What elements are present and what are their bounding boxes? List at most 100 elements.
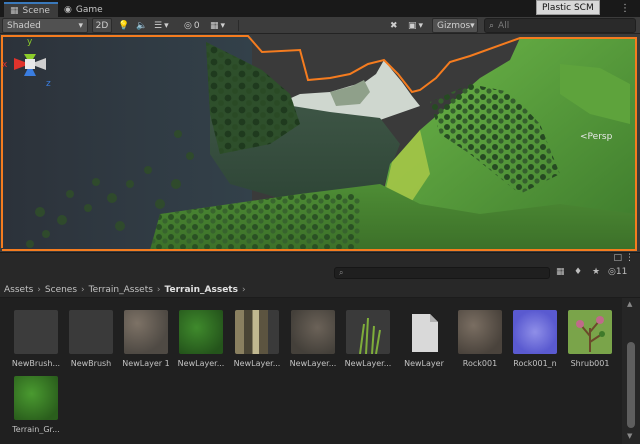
breadcrumb-item-scenes[interactable]: Scenes: [45, 285, 77, 295]
grid-snap-icon: ▦: [210, 20, 219, 31]
asset-thumbnail: [69, 310, 113, 354]
tab-scene-label: Scene: [22, 5, 50, 16]
kebab-menu-icon[interactable]: ⋮: [620, 3, 630, 14]
asset-item[interactable]: NewLayer 1: [118, 310, 174, 368]
shading-mode-label: Shaded: [7, 20, 41, 31]
asset-thumbnail: [14, 310, 58, 354]
asset-item[interactable]: Shrub001: [562, 310, 618, 368]
eye-slash-icon: ◎: [184, 20, 192, 31]
panel-divider: □ ⋮: [0, 252, 640, 264]
scene-search-placeholder: All: [498, 20, 510, 31]
asset-thumbnail: [568, 310, 612, 354]
projection-toggle[interactable]: <Persp: [580, 132, 612, 142]
hidden-count: 0: [193, 20, 200, 31]
asset-item[interactable]: NewLayer...: [285, 310, 341, 368]
shrub-icon: [576, 316, 605, 352]
asset-thumbnail: [458, 310, 502, 354]
tab-game[interactable]: ◉ Game: [58, 2, 110, 17]
lighting-toggle-icon[interactable]: 💡: [118, 18, 130, 33]
gizmos-label: Gizmos: [437, 20, 471, 31]
terrain-render: [0, 34, 640, 252]
eye-slash-icon: ◎: [608, 267, 616, 277]
breadcrumb-item-terrain-assets[interactable]: Terrain_Assets: [89, 285, 153, 295]
scene-search-input[interactable]: ⌕ All: [484, 18, 636, 33]
asset-grid-scrollbar[interactable]: ▲ ▼: [622, 298, 640, 444]
asset-label: Rock001_n: [513, 359, 557, 368]
reeds-icon: [359, 317, 381, 354]
asset-item[interactable]: Terrain_Gr...: [8, 376, 64, 434]
chevron-right-icon: ›: [81, 284, 85, 295]
shading-mode-dropdown[interactable]: Shaded ▾: [2, 18, 88, 33]
chevron-down-icon: ▾: [470, 20, 475, 31]
scroll-down-icon[interactable]: ▼: [627, 432, 632, 440]
asset-thumbnail: [402, 310, 446, 354]
breadcrumb: Assets › Scenes › Terrain_Assets › Terra…: [0, 282, 640, 298]
asset-thumbnail: [235, 310, 279, 354]
asset-label: Shrub001: [570, 359, 610, 368]
asset-item[interactable]: Rock001_n: [507, 310, 563, 368]
scroll-up-icon[interactable]: ▲: [627, 300, 632, 308]
asset-item[interactable]: NewLayer...: [340, 310, 396, 368]
hidden-packages-toggle[interactable]: ◎11: [608, 267, 627, 277]
chevron-down-icon: ▾: [78, 20, 83, 31]
asset-label: NewBrush: [70, 359, 112, 368]
asset-thumbnail: [179, 310, 223, 354]
scene-toolbar: Shaded ▾ 2D 💡 🔈 ☰ ▾ ◎ 0 ▦ ▾ ✖ ▣ ▾ Gizmos…: [0, 17, 640, 34]
search-icon: ⌕: [489, 20, 495, 31]
asset-label: NewLayer: [404, 359, 444, 368]
tab-scene[interactable]: ▦ Scene: [4, 2, 58, 17]
scene-visibility-toggle[interactable]: ◎ 0: [184, 18, 206, 33]
camera-dropdown[interactable]: ▣ ▾: [408, 18, 430, 33]
gizmos-dropdown[interactable]: Gizmos ▾: [432, 18, 478, 33]
chevron-down-icon: ▾: [418, 20, 424, 31]
projection-label: Persp: [587, 132, 613, 142]
window-tab-bar: ▦ Scene ◉ Game Plastic SCM ⋮: [0, 0, 640, 17]
chevron-down-icon: ▾: [220, 20, 226, 31]
axis-z-label: z: [46, 79, 51, 89]
scene-viewport[interactable]: y x z <Persp: [0, 34, 640, 252]
asset-label: NewLayer...: [289, 359, 337, 368]
audio-toggle-icon[interactable]: 🔈: [136, 18, 148, 33]
tab-game-label: Game: [75, 4, 103, 15]
breadcrumb-item-assets[interactable]: Assets: [4, 285, 33, 295]
orientation-gizmo[interactable]: y x z: [0, 34, 60, 94]
search-by-type-icon[interactable]: ▦: [556, 267, 565, 277]
asset-item[interactable]: NewLayer...: [173, 310, 229, 368]
chevron-right-icon: ›: [37, 284, 41, 295]
asset-item[interactable]: NewLayer...: [229, 310, 285, 368]
grid-dropdown[interactable]: ▦ ▾: [210, 18, 234, 33]
asset-label: NewLayer...: [177, 359, 225, 368]
projection-icon: <: [580, 132, 588, 142]
chevron-right-icon: ›: [241, 284, 246, 295]
asset-thumbnail: [291, 310, 335, 354]
asset-thumbnail: [14, 376, 58, 420]
effects-dropdown[interactable]: ☰ ▾: [154, 18, 178, 33]
search-by-label-icon[interactable]: ♦: [574, 267, 582, 277]
kebab-menu-icon[interactable]: ⋮: [625, 253, 634, 263]
asset-item[interactable]: Rock001: [452, 310, 508, 368]
project-search-input[interactable]: ⌕: [334, 267, 550, 279]
axis-y-label: y: [27, 37, 33, 47]
favorites-star-icon[interactable]: ★: [592, 267, 600, 277]
lock-icon[interactable]: □: [613, 253, 622, 263]
chevron-down-icon: ▾: [164, 20, 169, 31]
grid-icon: ▦: [10, 5, 19, 16]
scrollbar-thumb[interactable]: [627, 342, 635, 428]
asset-thumbnail: [124, 310, 168, 354]
axis-x-label: x: [2, 60, 8, 70]
asset-item[interactable]: NewBrush...: [8, 310, 64, 368]
search-icon: ⌕: [339, 268, 344, 277]
tools-icon[interactable]: ✖: [390, 18, 404, 33]
asset-label: Terrain_Gr...: [12, 425, 60, 434]
asset-item[interactable]: NewLayer: [396, 310, 452, 368]
2d-mode-toggle[interactable]: 2D: [92, 18, 112, 33]
asset-label: NewBrush...: [11, 359, 61, 368]
gamepad-icon: ◉: [64, 4, 72, 15]
breadcrumb-item-current[interactable]: Terrain_Assets: [165, 285, 238, 295]
camera-icon: ▣: [408, 20, 417, 31]
asset-label: NewLayer...: [344, 359, 392, 368]
asset-label: NewLayer 1: [122, 359, 170, 368]
asset-thumbnail: [513, 310, 557, 354]
plastic-scm-button[interactable]: Plastic SCM: [536, 0, 600, 15]
asset-item[interactable]: NewBrush: [63, 310, 119, 368]
